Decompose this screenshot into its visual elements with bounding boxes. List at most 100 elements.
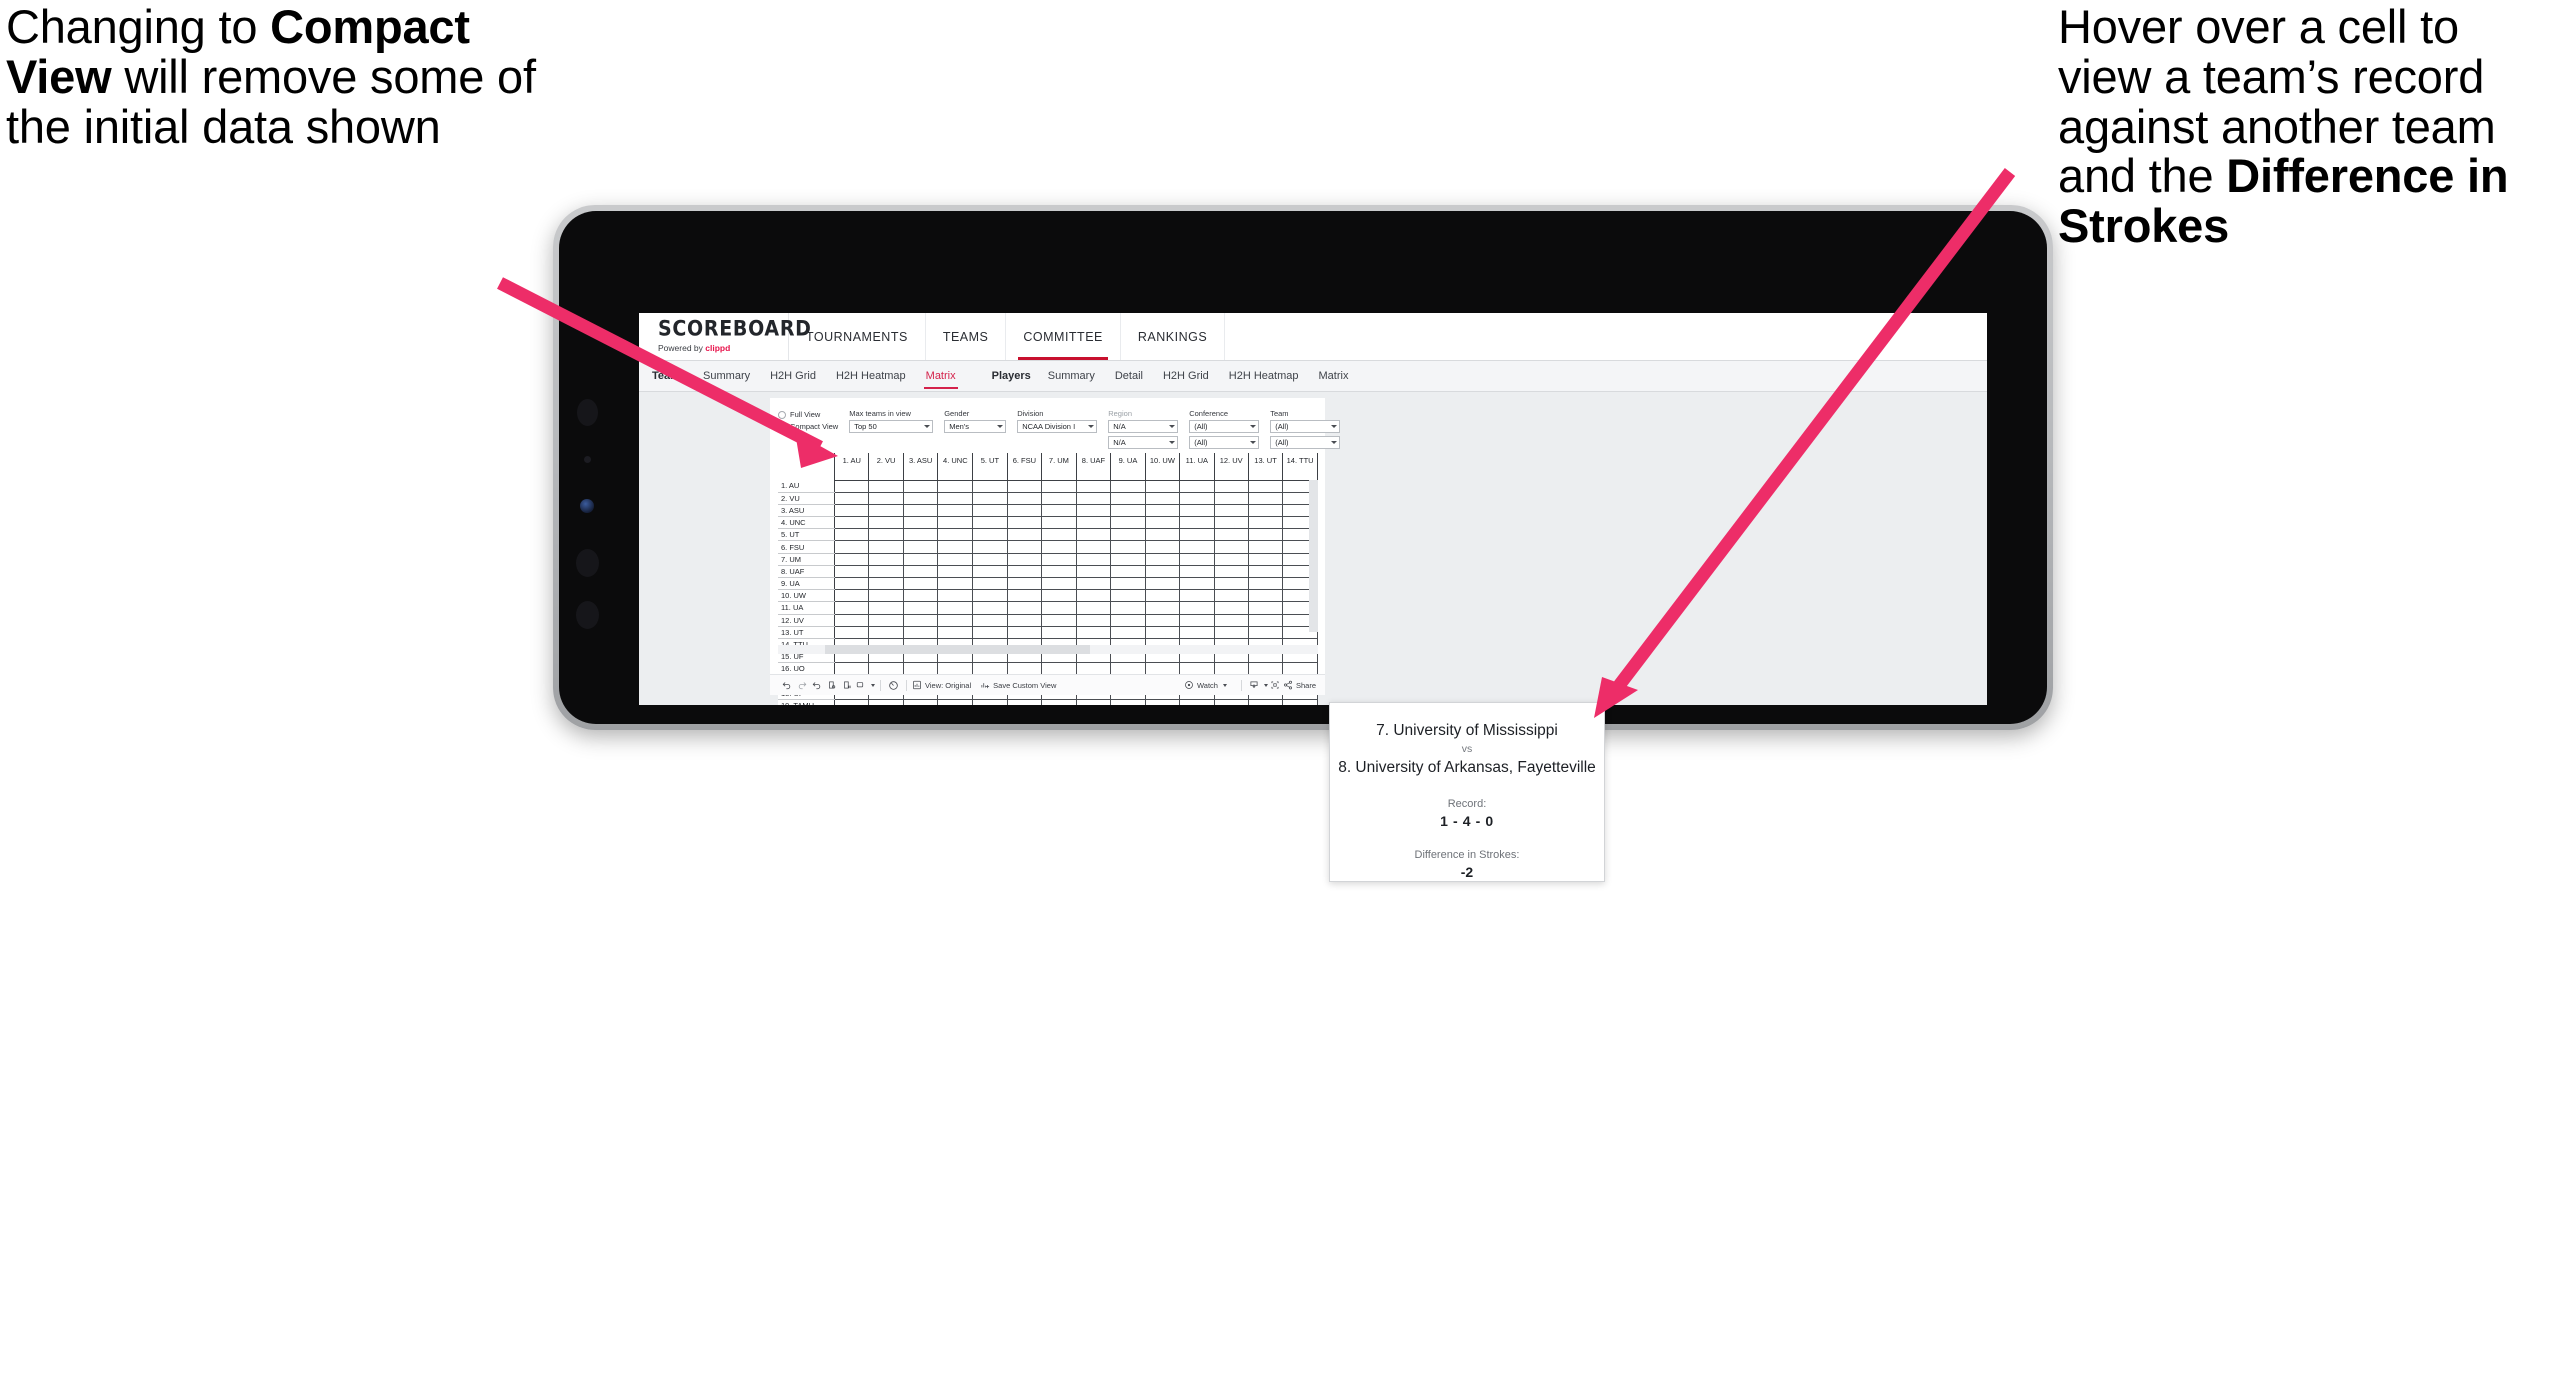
matrix-cell[interactable]	[902, 698, 939, 705]
matrix-row-header[interactable]: 10. UW	[778, 589, 836, 603]
refresh-data-icon[interactable]	[824, 680, 839, 690]
subtab-players-h2h-heatmap[interactable]: H2H Heatmap	[1219, 370, 1309, 382]
matrix-column-header[interactable]: 11. UA	[1179, 453, 1215, 481]
matrix-cell[interactable]	[1110, 625, 1146, 639]
matrix-cell[interactable]	[1075, 625, 1112, 639]
matrix-cell[interactable]	[972, 491, 1008, 505]
subtab-teams-matrix[interactable]: Matrix	[916, 370, 966, 389]
matrix-cell[interactable]	[937, 576, 974, 591]
matrix-cell[interactable]	[1041, 540, 1077, 554]
matrix-cell[interactable]	[1006, 564, 1043, 579]
watch-button[interactable]: Watch	[1184, 680, 1227, 690]
matrix-cell[interactable]	[1110, 601, 1146, 615]
matrix-row-header[interactable]: 2. VU	[778, 492, 836, 505]
matrix-cell[interactable]	[1041, 625, 1077, 639]
matrix-cell[interactable]	[1110, 540, 1146, 554]
matrix-cell[interactable]	[1075, 589, 1112, 603]
matrix-cell[interactable]	[1144, 564, 1181, 579]
matrix-cell[interactable]	[1110, 491, 1146, 505]
subtab-teams-h2h-heatmap[interactable]: H2H Heatmap	[826, 370, 916, 382]
subtab-players-matrix[interactable]: Matrix	[1309, 370, 1359, 382]
matrix-cell[interactable]	[1075, 698, 1112, 705]
matrix-cell[interactable]	[1144, 528, 1181, 542]
matrix-row-header[interactable]: 13. UT	[778, 626, 836, 639]
matrix-cell[interactable]	[1041, 516, 1077, 530]
redo-icon[interactable]	[794, 680, 809, 690]
matrix-cell[interactable]	[868, 528, 904, 542]
brand-logo[interactable]: SCOREBOARD Powered by clippd	[639, 313, 811, 360]
matrix-cell[interactable]	[1006, 528, 1043, 542]
matrix-cell[interactable]	[1247, 528, 1284, 542]
device-preview-icon[interactable]	[886, 680, 901, 691]
matrix-cell[interactable]	[1075, 576, 1112, 591]
matrix-column-header[interactable]: 4. UNC	[937, 453, 974, 481]
matrix-cell[interactable]	[1041, 503, 1077, 518]
subtab-players-h2h-grid[interactable]: H2H Grid	[1153, 370, 1219, 382]
matrix-cell[interactable]	[972, 540, 1008, 554]
matrix-cell[interactable]	[1075, 540, 1112, 554]
matrix-cell[interactable]	[1041, 698, 1077, 705]
matrix-cell[interactable]	[834, 613, 870, 627]
matrix-cell[interactable]	[1213, 479, 1249, 493]
matrix-cell[interactable]	[937, 613, 974, 627]
matrix-cell[interactable]	[1179, 503, 1215, 518]
matrix-cell[interactable]	[1179, 698, 1215, 705]
volume-up-button[interactable]	[576, 549, 599, 577]
matrix-cell[interactable]	[937, 491, 974, 505]
subtab-teams-summary[interactable]: Summary	[693, 370, 760, 382]
matrix-cell[interactable]	[1144, 625, 1181, 639]
filter-region-select-1[interactable]: N/A	[1108, 420, 1179, 433]
filter-gender-select[interactable]: Men's	[944, 420, 1007, 433]
nav-tab-teams[interactable]: TEAMS	[926, 313, 1007, 360]
matrix-cell[interactable]	[1179, 576, 1215, 591]
matrix-cell[interactable]	[972, 552, 1008, 566]
matrix-cell[interactable]	[1041, 601, 1077, 615]
matrix-cell[interactable]	[1179, 491, 1215, 505]
matrix-cell[interactable]	[834, 552, 870, 566]
matrix-column-header[interactable]: 9. UA	[1110, 453, 1146, 481]
fullscreen-icon[interactable]	[1268, 680, 1283, 690]
matrix-cell[interactable]	[1041, 552, 1077, 566]
matrix-cell[interactable]	[937, 601, 974, 615]
matrix-cell[interactable]	[972, 479, 1008, 493]
new-worksheet-icon[interactable]	[854, 680, 869, 690]
matrix-cell[interactable]	[937, 540, 974, 554]
matrix-horizontal-scrollbar-thumb[interactable]	[825, 645, 1090, 654]
matrix-cell[interactable]	[1213, 601, 1249, 615]
matrix-cell[interactable]	[1179, 540, 1215, 554]
filter-max-teams-select[interactable]: Top 50	[849, 420, 934, 433]
matrix-cell[interactable]	[902, 491, 939, 505]
matrix-cell[interactable]	[1213, 540, 1249, 554]
matrix-cell[interactable]	[868, 479, 904, 493]
matrix-column-header[interactable]: 7. UM	[1041, 453, 1077, 481]
matrix-cell[interactable]	[902, 516, 939, 530]
matrix-cell[interactable]	[1247, 589, 1284, 603]
matrix-cell[interactable]	[937, 516, 974, 530]
matrix-cell[interactable]	[1213, 589, 1249, 603]
matrix-cell[interactable]	[834, 625, 870, 639]
matrix-row-header[interactable]: 12. UV	[778, 614, 836, 627]
matrix-cell[interactable]	[937, 528, 974, 542]
matrix-cell[interactable]	[1247, 540, 1284, 554]
pause-auto-update-icon[interactable]	[839, 680, 854, 690]
matrix-cell[interactable]	[1213, 576, 1249, 591]
matrix-cell[interactable]	[1144, 613, 1181, 627]
share-button[interactable]: Share	[1283, 680, 1316, 690]
radio-compact-view[interactable]: Compact View	[778, 422, 838, 431]
matrix-cell[interactable]	[1247, 613, 1284, 627]
matrix-cell[interactable]	[1179, 479, 1215, 493]
matrix-column-header[interactable]: 3. ASU	[902, 453, 939, 481]
matrix-cell[interactable]	[1075, 613, 1112, 627]
matrix-row-header[interactable]: 5. UT	[778, 528, 836, 542]
matrix-cell[interactable]	[902, 589, 939, 603]
matrix-cell[interactable]	[1006, 479, 1043, 493]
matrix-cell[interactable]	[937, 625, 974, 639]
matrix-cell[interactable]	[1006, 503, 1043, 518]
matrix-cell[interactable]	[902, 503, 939, 518]
matrix-column-header[interactable]: 5. UT	[972, 453, 1008, 481]
matrix-cell[interactable]	[868, 589, 904, 603]
matrix-cell[interactable]	[972, 625, 1008, 639]
matrix-cell[interactable]	[902, 576, 939, 591]
matrix-cell[interactable]	[834, 589, 870, 603]
matrix-cell[interactable]	[1213, 564, 1249, 579]
